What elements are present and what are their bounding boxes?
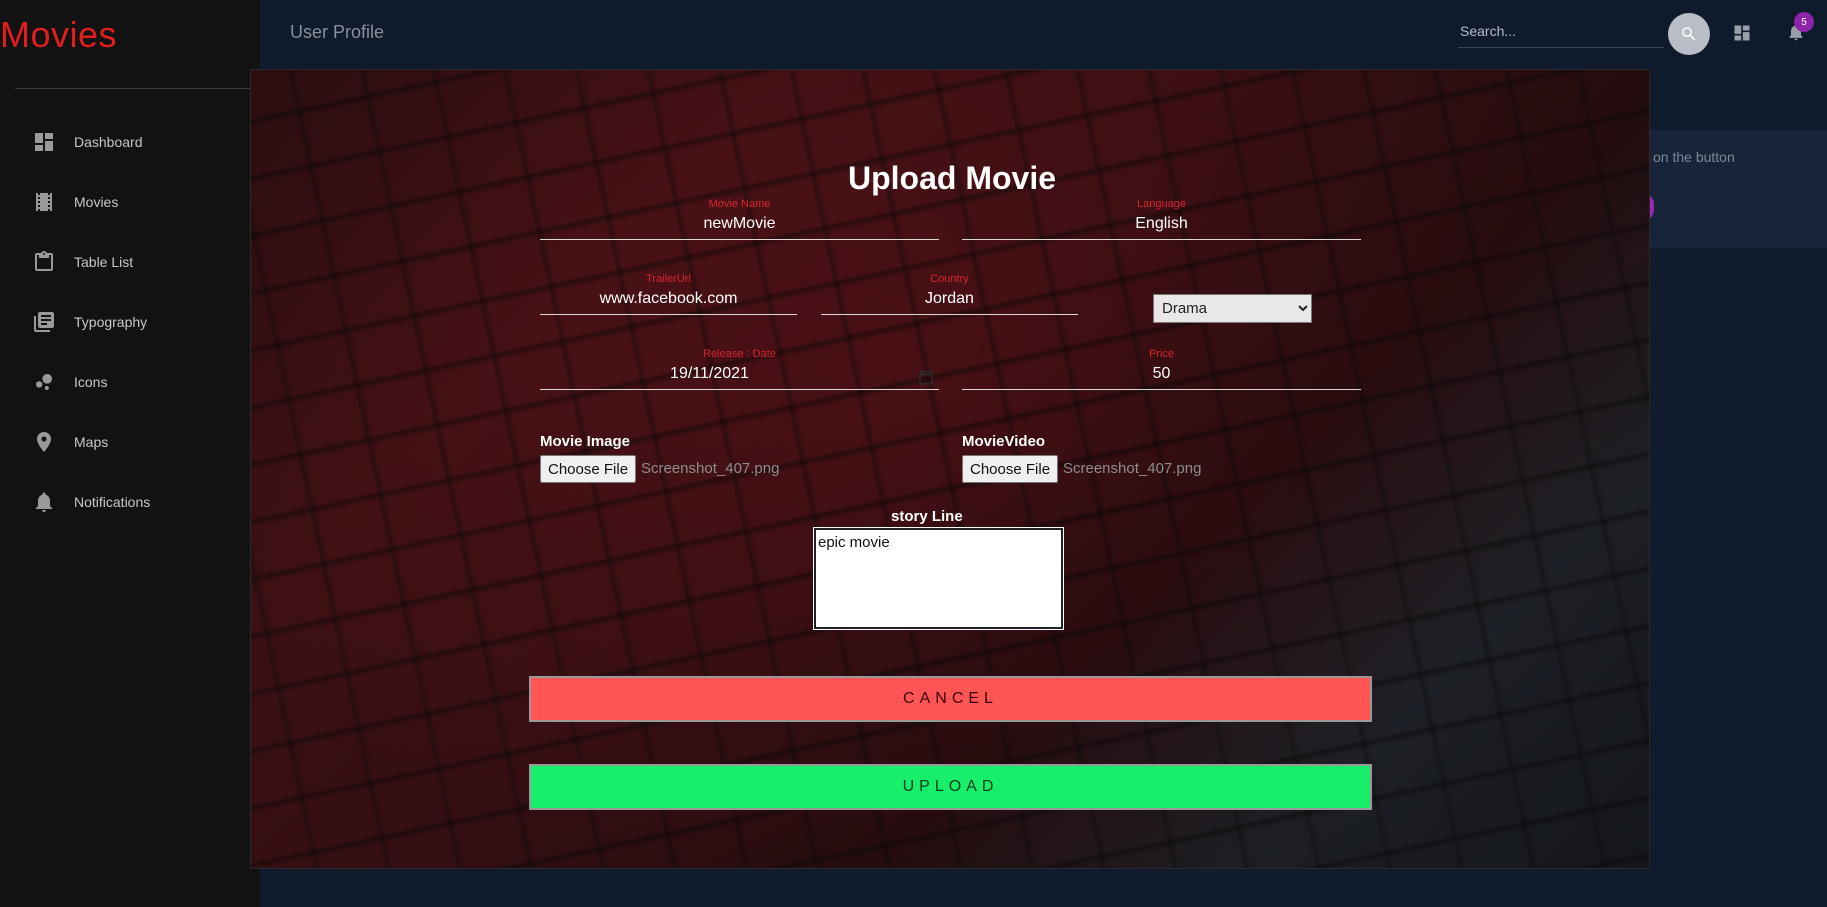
calendar-icon [919,369,933,385]
search-field [1458,14,1664,48]
brand-logo-text[interactable]: Movies [0,14,117,56]
sidebar-item-table-list[interactable]: Table List [0,232,260,292]
dashboard-icon [35,133,53,151]
top-navbar: User Profile 5 [260,0,1827,66]
modal-title: Upload Movie [848,160,1057,196]
trailer-url-field[interactable]: TrailerUrl www.facebook.com [540,273,797,315]
dashboard-icon [1734,25,1750,41]
bubble-chart-icon [36,374,52,390]
field-label: Movie Name [708,198,771,210]
field-value: English [1135,215,1188,232]
sidebar-item-maps[interactable]: Maps [0,412,260,472]
genre-select[interactable]: Drama [1153,294,1312,323]
sidebar-item-typography[interactable]: Typography [0,292,260,352]
cancel-button[interactable]: CANCEL [529,676,1372,722]
release-date-field[interactable]: Release : Date 19/11/2021 [540,348,939,390]
clipboard-icon [35,251,53,271]
sidebar-nav: Dashboard Movies Table List Typography I… [0,112,260,532]
field-value: www.facebook.com [599,290,738,307]
sidebar-item-label: Notifications [74,494,151,510]
sidebar-item-label: Table List [74,254,134,270]
field-value: 19/11/2021 [670,365,749,382]
field-value: newMovie [703,215,776,232]
movie-video-label: MovieVideo [962,433,1046,450]
country-field[interactable]: Country Jordan [821,273,1078,315]
upload-button[interactable]: UPLOAD [529,764,1372,810]
story-line-textarea[interactable]: epic movie [813,527,1064,630]
page-title: User Profile [290,22,385,42]
location-pin-icon [37,432,51,452]
sidebar-item-label: Movies [74,194,119,210]
movie-video-choose-file-button[interactable]: Choose File [962,455,1059,483]
bell-icon [36,492,52,512]
film-icon [36,193,52,211]
upload-movie-modal: Upload Movie Movie Name newMovie Languag… [250,69,1650,869]
movie-video-file-name: Screenshot_407.png [1063,460,1202,477]
sidebar-item-notifications[interactable]: Notifications [0,472,260,532]
field-label: TrailerUrl [646,273,691,285]
story-line-label: story Line [891,508,963,525]
movie-image-choose-file-button[interactable]: Choose File [540,455,637,483]
field-label: Language [1137,198,1186,210]
sidebar-item-label: Maps [74,434,109,450]
dashboard-grid-button[interactable] [1732,23,1752,43]
movie-name-field[interactable]: Movie Name newMovie [540,198,939,240]
movie-image-file-name: Screenshot_407.png [641,460,780,477]
sidebar-divider [15,88,258,89]
sidebar-item-label: Icons [74,374,108,390]
language-field[interactable]: Language English [962,198,1361,240]
sidebar-item-label: Dashboard [74,134,143,150]
background-card-text: on the button [1653,149,1735,165]
sidebar: Movies Dashboard Movies Table List Typog… [0,0,260,907]
field-value: Jordan [925,290,974,307]
sidebar-item-dashboard[interactable]: Dashboard [0,112,260,172]
sidebar-item-movies[interactable]: Movies [0,172,260,232]
sidebar-item-icons[interactable]: Icons [0,352,260,412]
field-label: Country [930,273,969,285]
field-value: 50 [1152,365,1171,382]
search-input[interactable] [1458,14,1664,47]
field-label: Price [1148,348,1175,360]
calendar-picker-button[interactable] [917,368,935,386]
field-label: Release : Date [703,348,776,360]
search-button[interactable] [1668,13,1710,55]
movie-image-label: Movie Image [540,433,631,450]
library-books-icon [34,312,54,332]
price-field[interactable]: Price 50 [962,348,1361,390]
notification-count-badge: 5 [1794,12,1814,32]
search-icon [1682,27,1696,41]
sidebar-item-label: Typography [74,314,148,330]
